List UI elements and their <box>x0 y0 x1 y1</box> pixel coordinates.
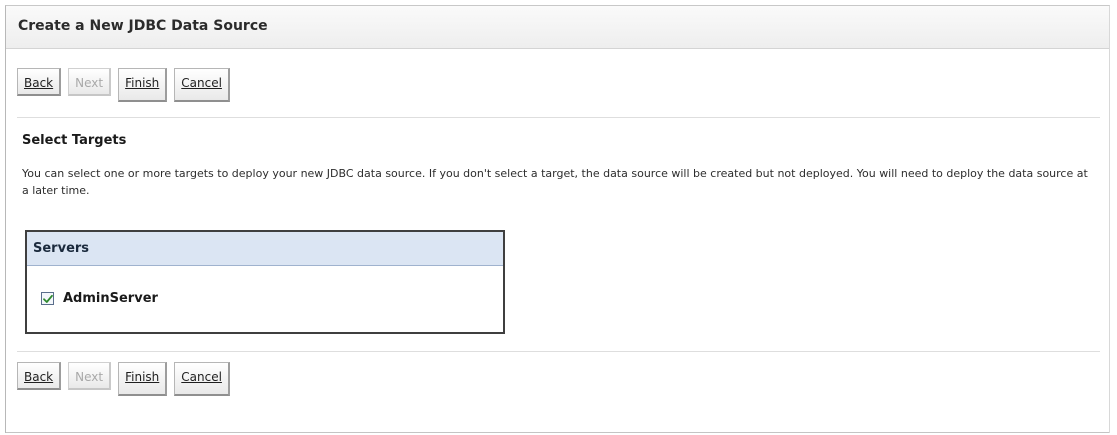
divider <box>17 351 1100 352</box>
back-button[interactable]: Back <box>17 68 62 96</box>
bottom-button-bar: Back Next Finish Cancel <box>17 362 237 398</box>
section-description: You can select one or more targets to de… <box>22 167 1088 197</box>
back-button[interactable]: Back <box>17 362 62 390</box>
servers-table: Servers AdminServer <box>25 230 505 334</box>
create-jdbc-data-source-panel: Create a New JDBC Data Source Back Next … <box>5 5 1110 433</box>
next-button: Next <box>68 362 112 390</box>
section-title: Select Targets <box>22 133 127 148</box>
servers-column-header: Servers <box>27 232 503 266</box>
page-title: Create a New JDBC Data Source <box>18 18 268 34</box>
next-button: Next <box>68 68 112 96</box>
cancel-button[interactable]: Cancel <box>174 362 230 396</box>
title-bar: Create a New JDBC Data Source <box>6 6 1109 49</box>
finish-button[interactable]: Finish <box>118 68 168 102</box>
server-label: AdminServer <box>63 291 158 306</box>
checkmark-icon <box>43 294 53 303</box>
cancel-button[interactable]: Cancel <box>174 68 230 102</box>
server-row-adminserver[interactable]: AdminServer <box>41 291 158 306</box>
finish-button[interactable]: Finish <box>118 362 168 396</box>
divider <box>17 117 1100 118</box>
bottom-border <box>6 432 1109 433</box>
adminserver-checkbox[interactable] <box>41 292 54 305</box>
top-button-bar: Back Next Finish Cancel <box>17 68 237 104</box>
